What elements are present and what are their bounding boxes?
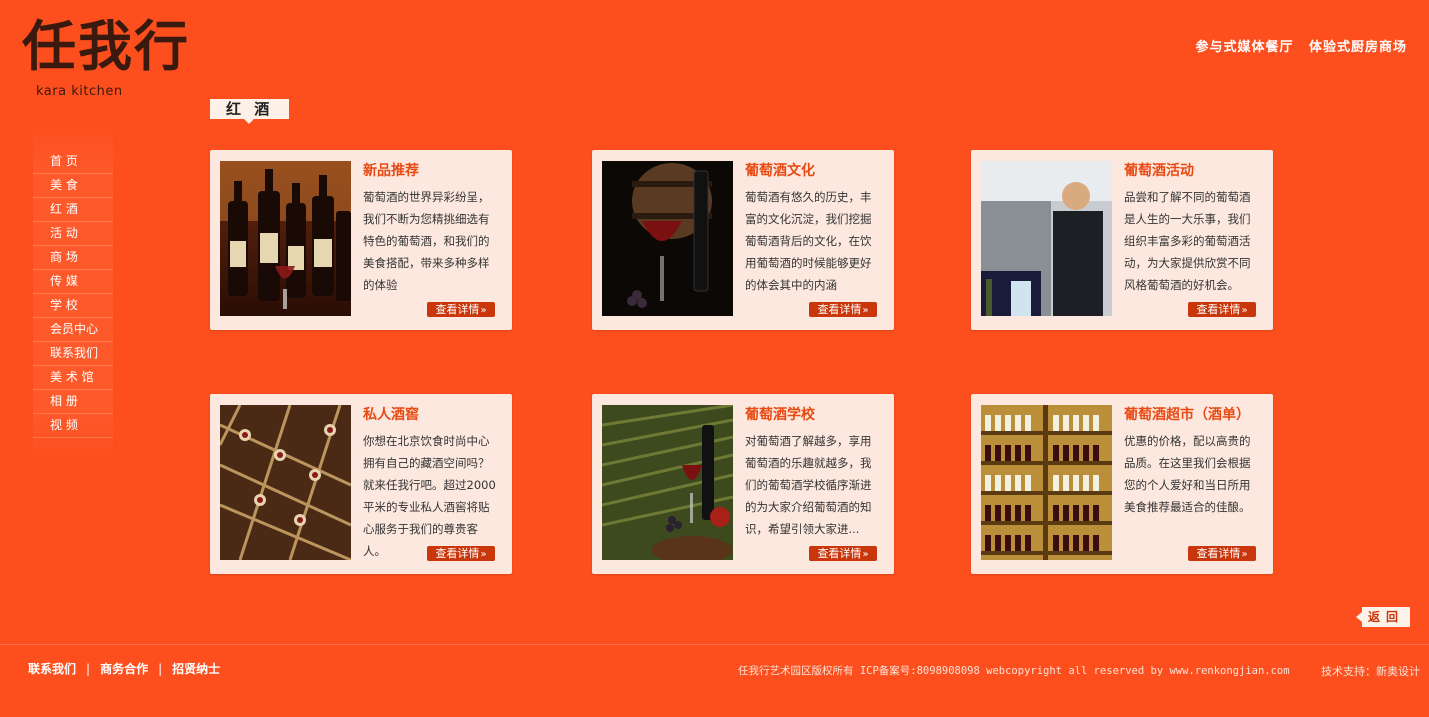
view-details-button[interactable]: 查看详情»: [809, 302, 877, 317]
tagline-1: 参与式媒体餐厅: [1195, 40, 1294, 55]
double-chevron-right-icon: »: [862, 549, 869, 560]
card-text: 对葡萄酒了解越多，享用葡萄酒的乐趣就越多，我们的葡萄酒学校循序渐进的为大家介绍葡…: [745, 434, 872, 536]
footer-link-careers[interactable]: 招贤纳士: [172, 662, 220, 676]
card-wine-events: 葡萄酒活动 品尝和了解不同的葡萄酒是人生的一大乐事，我们组织丰富多彩的葡萄酒活动…: [971, 150, 1273, 330]
logo-subtitle: kara kitchen: [36, 84, 123, 99]
card-title[interactable]: 葡萄酒文化: [745, 160, 815, 180]
nav-item-members[interactable]: 会员中心: [33, 318, 113, 342]
nav-item-contact[interactable]: 联系我们: [33, 342, 113, 366]
double-chevron-right-icon: »: [862, 305, 869, 316]
view-details-button[interactable]: 查看详情»: [1188, 302, 1256, 317]
view-details-button[interactable]: 查看详情»: [427, 302, 495, 317]
logo[interactable]: 任我行 kara kitchen: [22, 14, 222, 104]
card-title[interactable]: 私人酒窖: [363, 404, 419, 424]
nav-item-school[interactable]: 学 校: [33, 294, 113, 318]
wine-bottles-image[interactable]: [220, 161, 351, 316]
nav-item-media[interactable]: 传 媒: [33, 270, 113, 294]
card-title[interactable]: 新品推荐: [363, 160, 419, 180]
section-tab-notch: [244, 119, 254, 124]
header-tagline: 参与式媒体餐厅 体验式厨房商场: [1185, 36, 1407, 55]
double-chevron-right-icon: »: [1241, 549, 1248, 560]
view-details-button[interactable]: 查看详情»: [809, 546, 877, 561]
card-title[interactable]: 葡萄酒超市（酒单）: [1124, 404, 1250, 424]
wine-cellar-image[interactable]: [220, 405, 351, 560]
footer-link-business[interactable]: 商务合作: [100, 662, 148, 676]
section-title: 红 酒: [226, 100, 274, 118]
vineyard-image[interactable]: [602, 405, 733, 560]
double-chevron-right-icon: »: [1241, 305, 1248, 316]
nav-item-wine[interactable]: 红 酒: [33, 198, 113, 222]
nav-item-events[interactable]: 活 动: [33, 222, 113, 246]
wine-shelf-image[interactable]: [981, 405, 1112, 560]
card-wine-culture: 葡萄酒文化 葡萄酒有悠久的历史，丰富的文化沉淀，我们挖掘葡萄酒背后的文化，在饮用…: [592, 150, 894, 330]
back-button[interactable]: 返回: [1356, 607, 1410, 627]
card-title[interactable]: 葡萄酒学校: [745, 404, 815, 424]
card-private-cellar: 私人酒窖 你想在北京饮食时尚中心拥有自己的藏酒空间吗？就来任我行吧。超过2000…: [210, 394, 512, 574]
footer-link-contact[interactable]: 联系我们: [28, 662, 76, 676]
tagline-2: 体验式厨房商场: [1308, 40, 1407, 55]
footer-links: 联系我们 | 商务合作 | 招贤纳士: [28, 660, 220, 677]
nav-item-mall[interactable]: 商 场: [33, 246, 113, 270]
tech-support-text: 技术支持：新奥设计: [1321, 665, 1420, 678]
view-details-button[interactable]: 查看详情»: [1188, 546, 1256, 561]
nav-item-food[interactable]: 美 食: [33, 174, 113, 198]
card-title[interactable]: 葡萄酒活动: [1124, 160, 1194, 180]
double-chevron-right-icon: »: [480, 305, 487, 316]
wine-barrel-image[interactable]: [602, 161, 733, 316]
card-text: 葡萄酒有悠久的历史，丰富的文化沉淀，我们挖掘葡萄酒背后的文化，在饮用葡萄酒的时候…: [745, 190, 872, 292]
card-text: 品尝和了解不同的葡萄酒是人生的一大乐事，我们组织丰富多彩的葡萄酒活动，为大家提供…: [1124, 190, 1251, 292]
footer-separator: |: [158, 662, 163, 676]
wine-event-image[interactable]: [981, 161, 1112, 316]
section-title-tab: 红 酒: [210, 99, 289, 124]
double-chevron-right-icon: »: [480, 549, 487, 560]
card-wine-supermarket: 葡萄酒超市（酒单） 优惠的价格，配以高贵的品质。在这里我们会根据您的个人爱好和当…: [971, 394, 1273, 574]
view-details-button[interactable]: 查看详情»: [427, 546, 495, 561]
card-text: 优惠的价格，配以高贵的品质。在这里我们会根据您的个人爱好和当日所用美食推荐最适合…: [1124, 434, 1251, 514]
card-new-products: 新品推荐 葡萄酒的世界异彩纷呈，我们不断为您精挑细选有特色的葡萄酒，和我们的美食…: [210, 150, 512, 330]
nav-item-video[interactable]: 视 频: [33, 414, 113, 438]
back-arrow-icon: [1356, 612, 1362, 622]
sidebar-nav: 首 页 美 食 红 酒 活 动 商 场 传 媒 学 校 会员中心 联系我们 美 …: [33, 150, 113, 438]
footer-separator: |: [86, 662, 91, 676]
footer-divider: [0, 644, 1429, 645]
card-text: 葡萄酒的世界异彩纷呈，我们不断为您精挑细选有特色的葡萄酒，和我们的美食搭配，带来…: [363, 190, 490, 292]
card-wine-school: 葡萄酒学校 对葡萄酒了解越多，享用葡萄酒的乐趣就越多，我们的葡萄酒学校循序渐进的…: [592, 394, 894, 574]
logo-text: 任我行: [22, 14, 190, 78]
copyright-text: 任我行艺术园区版权所有 ICP备案号:8098908098 webcopyrig…: [738, 665, 1290, 677]
card-text: 你想在北京饮食时尚中心拥有自己的藏酒空间吗？就来任我行吧。超过2000平米的专业…: [363, 434, 496, 558]
nav-item-gallery[interactable]: 美 术 馆: [33, 366, 113, 390]
nav-item-album[interactable]: 相 册: [33, 390, 113, 414]
nav-item-home[interactable]: 首 页: [33, 150, 113, 174]
